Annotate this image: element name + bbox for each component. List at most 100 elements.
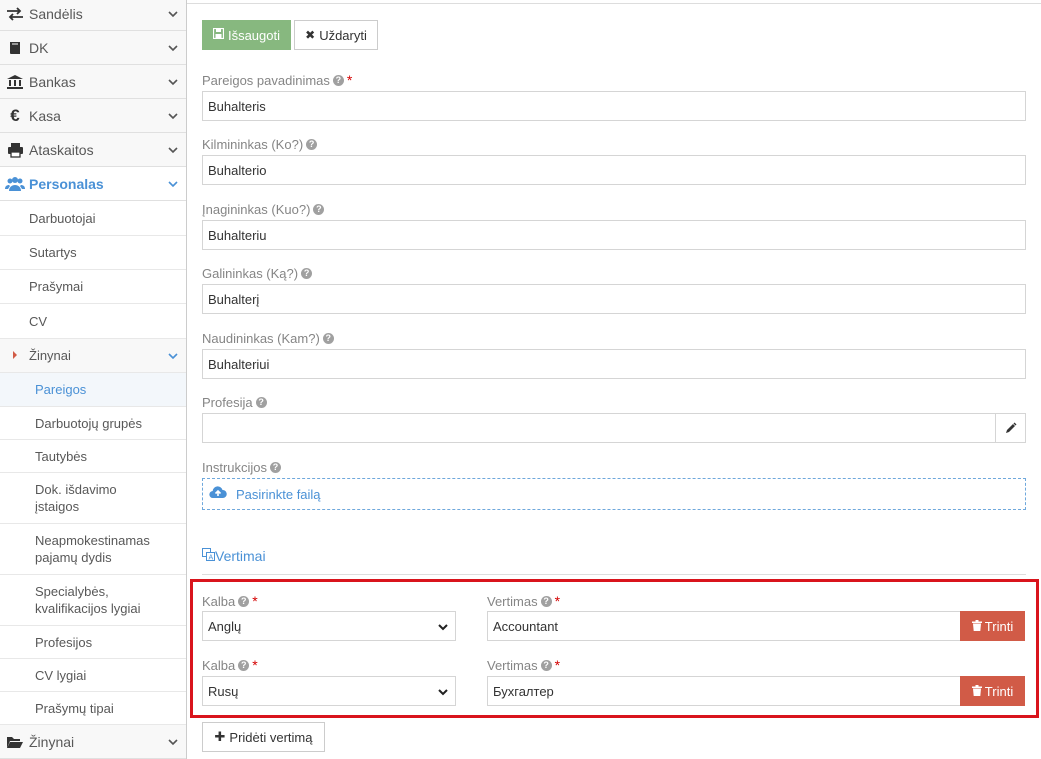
sidebar-item-dk[interactable]: DK <box>0 31 186 65</box>
profesija-input[interactable] <box>202 413 996 443</box>
chevron-down-icon <box>168 147 178 154</box>
sidebar-item-sutartys[interactable]: Sutartys <box>0 236 186 270</box>
help-icon[interactable]: ? <box>313 204 325 215</box>
translate-icon: A <box>202 548 215 564</box>
translation-input[interactable]: Бухгалтер <box>487 676 961 706</box>
sidebar-item-bankas[interactable]: Bankas <box>0 65 186 99</box>
sidebar-item-label: Ataskaitos <box>29 141 94 158</box>
pareigos-label: Pareigos pavadinimas? * <box>202 72 353 88</box>
close-icon: ✖ <box>305 28 316 42</box>
help-icon[interactable]: ? <box>322 333 334 344</box>
sidebar-item-profesijos[interactable]: Profesijos <box>0 626 186 659</box>
sidebar-item-prasymai[interactable]: Prašymai <box>0 270 186 304</box>
divider <box>187 3 1041 4</box>
required-marker: * <box>252 593 258 609</box>
plus-icon: ✚ <box>214 729 226 744</box>
pencil-icon <box>1005 422 1016 433</box>
instrukcijos-label: Instrukcijos? <box>202 460 282 475</box>
edit-profesija-button[interactable] <box>995 413 1026 443</box>
delete-translation-button[interactable]: Trinti <box>960 676 1025 706</box>
chevron-down-icon <box>168 11 178 18</box>
required-marker: * <box>252 657 258 673</box>
caret-right-icon <box>13 351 17 359</box>
sidebar-item-prasymu-tipai[interactable]: Prašymų tipai <box>0 692 186 725</box>
divider <box>202 574 1026 575</box>
kilmininkas-input[interactable]: Buhalterio <box>202 155 1026 185</box>
add-translation-button[interactable]: ✚ Pridėti vertimą <box>202 722 325 752</box>
delete-translation-button[interactable]: Trinti <box>960 611 1025 641</box>
help-icon[interactable]: ? <box>306 139 318 150</box>
sidebar-item-specialybes[interactable]: Specialybės, kvalifikacijos lygiai <box>0 575 186 626</box>
sidebar-item-label: Kasa <box>29 107 61 124</box>
sidebar-item-personalas[interactable]: Personalas <box>0 167 186 201</box>
sidebar-item-darbuotoju-grupes[interactable]: Darbuotojų grupės <box>0 407 186 440</box>
help-icon[interactable]: ? <box>540 595 552 607</box>
trash-icon <box>971 684 982 699</box>
chevron-down-icon <box>168 79 178 86</box>
help-icon[interactable]: ? <box>238 595 250 607</box>
bank-icon <box>4 73 26 91</box>
sidebar-item-label: Žinynai <box>29 733 75 750</box>
chevron-down-icon <box>168 353 178 360</box>
floppy-icon <box>212 27 225 42</box>
required-marker: * <box>346 72 353 88</box>
section-title-vertimai: A Vertimai <box>202 548 266 564</box>
chevron-down-icon <box>168 45 178 52</box>
cloud-upload-icon <box>209 486 227 502</box>
help-icon[interactable]: ? <box>540 659 552 671</box>
help-icon[interactable]: ? <box>255 397 267 408</box>
language-select[interactable]: Rusų <box>202 676 456 706</box>
help-icon[interactable]: ? <box>301 268 313 279</box>
translation-input[interactable]: Accountant <box>487 611 961 641</box>
vertimas-label: Vertimas? * <box>487 593 561 609</box>
required-marker: * <box>554 657 561 673</box>
chevron-down-icon <box>438 689 448 696</box>
naudininkas-input[interactable]: Buhalteriui <box>202 349 1026 379</box>
sidebar-item-label: Bankas <box>29 73 76 90</box>
main-content: Išsaugoti ✖ Uždaryti Pareigos pavadinima… <box>187 0 1041 759</box>
sidebar-item-zinynai-sub[interactable]: Žinynai <box>0 339 186 373</box>
chevron-down-icon <box>168 739 178 746</box>
galininkas-input[interactable]: Buhalterį <box>202 284 1026 314</box>
required-marker: * <box>554 593 561 609</box>
inagininkas-label: Įnagininkas (Kuo?)? <box>202 202 325 217</box>
sidebar-item-label: Sandėlis <box>29 5 83 22</box>
sidebar-item-label: Personalas <box>29 175 104 192</box>
pareigos-input[interactable]: Buhalteris <box>202 91 1026 121</box>
sidebar-item-zinynai[interactable]: Žinynai <box>0 725 186 759</box>
sidebar-item-kasa[interactable]: € Kasa <box>0 99 186 133</box>
help-icon[interactable]: ? <box>238 659 250 671</box>
sidebar-item-neapmokestinamas[interactable]: Neapmokestinamas pajamų dydis <box>0 524 186 575</box>
sidebar-item-pareigos[interactable]: Pareigos <box>0 373 186 407</box>
kalba-label: Kalba? * <box>202 593 258 609</box>
svg-text:A: A <box>209 555 214 562</box>
sidebar-item-ataskaitos[interactable]: Ataskaitos <box>0 133 186 167</box>
sidebar-item-tautybes[interactable]: Tautybės <box>0 440 186 473</box>
file-upload-dropzone[interactable]: Pasirinkte failą <box>202 478 1026 510</box>
inagininkas-input[interactable]: Buhalteriu <box>202 220 1026 250</box>
galininkas-label: Galininkas (Ką?)? <box>202 266 313 281</box>
sidebar-item-darbuotojai[interactable]: Darbuotojai <box>0 201 186 236</box>
help-icon[interactable]: ? <box>270 462 282 473</box>
sidebar-item-cv-lygiai[interactable]: CV lygiai <box>0 659 186 692</box>
sidebar-item-sandelis[interactable]: Sandėlis <box>0 0 186 31</box>
sidebar-item-dok-isdavimo-istaigos[interactable]: Dok. išdavimo įstaigos <box>0 473 186 524</box>
close-button[interactable]: ✖ Uždaryti <box>294 20 378 50</box>
profesija-label: Profesija? <box>202 395 267 410</box>
sidebar-item-cv[interactable]: CV <box>0 304 186 339</box>
language-select[interactable]: Anglų <box>202 611 456 641</box>
help-icon[interactable]: ? <box>332 74 344 86</box>
trash-icon <box>971 619 982 634</box>
folder-open-icon <box>4 733 26 751</box>
euro-icon: € <box>10 105 20 125</box>
kilmininkas-label: Kilmininkas (Ko?)? <box>202 137 318 152</box>
vertimas-label: Vertimas? * <box>487 657 561 673</box>
printer-icon <box>4 141 26 159</box>
sidebar: Sandėlis DK Bankas € Kasa Ataskaitos Per… <box>0 0 187 759</box>
transfer-icon <box>4 5 26 23</box>
sidebar-item-label: DK <box>29 39 49 56</box>
save-button[interactable]: Išsaugoti <box>202 20 291 50</box>
chevron-down-icon <box>438 624 448 631</box>
users-icon <box>4 175 26 193</box>
book-icon <box>4 39 26 57</box>
